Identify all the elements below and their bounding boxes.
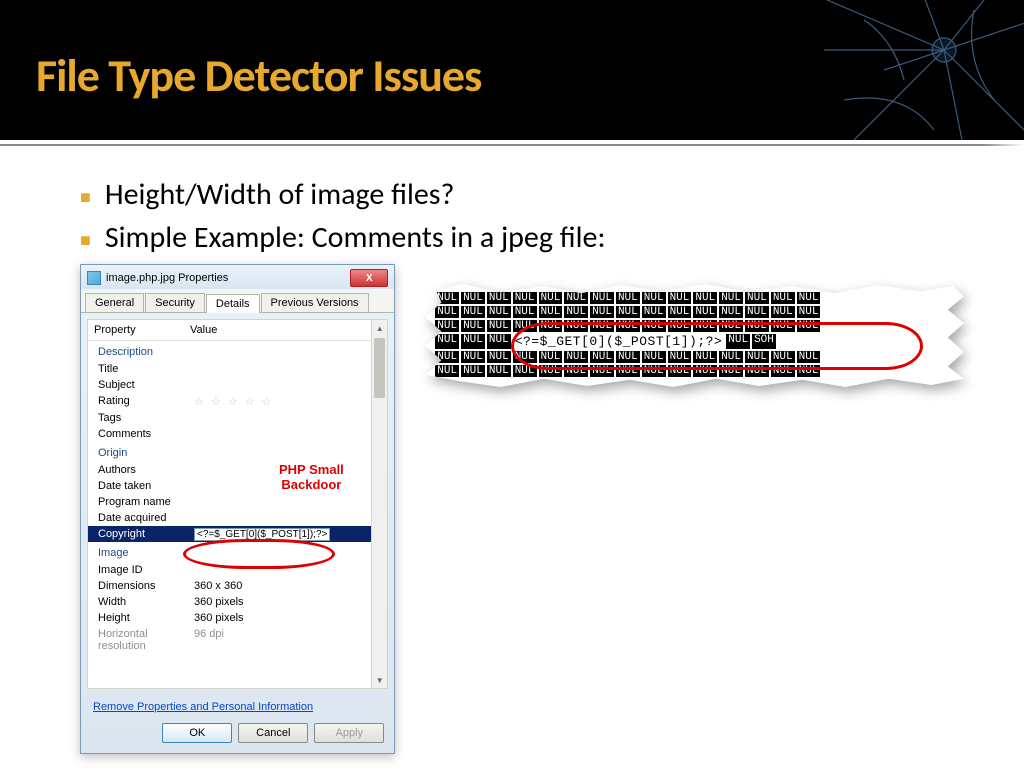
close-icon: X <box>366 273 373 284</box>
col-property: Property <box>94 324 190 336</box>
prop-row[interactable]: Dimensions360 x 360 <box>88 578 387 594</box>
apply-button[interactable]: Apply <box>314 723 384 743</box>
nul-token: NUL <box>461 351 485 363</box>
tab-general[interactable]: General <box>85 293 144 312</box>
col-value: Value <box>190 324 381 336</box>
nul-token: NUL <box>719 306 743 318</box>
cancel-button[interactable]: Cancel <box>238 723 308 743</box>
bullet-icon: ■ <box>80 229 91 251</box>
annotation-circle <box>183 539 335 569</box>
nul-token: NUL <box>513 306 537 318</box>
close-button[interactable]: X <box>350 269 388 287</box>
scroll-up-icon[interactable]: ▲ <box>372 320 387 336</box>
nul-token: NUL <box>487 320 511 332</box>
properties-dialog: image.php.jpg Properties X General Secur… <box>80 264 395 754</box>
nul-token: NUL <box>461 334 485 349</box>
nul-token: NUL <box>797 292 821 304</box>
prop-row[interactable]: Title <box>88 361 387 377</box>
annotation-php-backdoor: PHP Small Backdoor <box>279 463 344 493</box>
bullet-text: Height/Width of image files? <box>105 176 455 213</box>
section-description: Description <box>88 341 387 361</box>
prop-row[interactable]: Date acquired <box>88 510 387 526</box>
window-title: image.php.jpg Properties <box>106 272 228 284</box>
prop-row[interactable]: Width360 pixels <box>88 594 387 610</box>
remove-properties-link[interactable]: Remove Properties and Personal Informati… <box>81 695 394 717</box>
nul-token: NUL <box>642 306 666 318</box>
tab-strip: General Security Details Previous Versio… <box>81 289 394 313</box>
nul-token: NUL <box>435 334 459 349</box>
bullet-item: ■ Height/Width of image files? <box>80 176 964 213</box>
nul-token: NUL <box>461 365 485 377</box>
nul-token: NUL <box>642 292 666 304</box>
nul-token: NUL <box>564 306 588 318</box>
prop-row[interactable]: Tags <box>88 410 387 426</box>
nul-token: NUL <box>435 320 459 332</box>
nul-token: NUL <box>461 292 485 304</box>
scrollbar[interactable]: ▲ ▼ <box>371 320 387 688</box>
prop-row[interactable]: Subject <box>88 377 387 393</box>
ok-button[interactable]: OK <box>162 723 232 743</box>
prop-row[interactable]: Comments <box>88 426 387 442</box>
annotation-circle-hex <box>511 322 923 370</box>
nul-token: NUL <box>539 292 563 304</box>
nul-token: NUL <box>668 292 692 304</box>
nul-token: NUL <box>771 306 795 318</box>
tab-security[interactable]: Security <box>145 293 205 312</box>
nul-token: NUL <box>797 306 821 318</box>
prop-row[interactable]: Horizontal resolution96 dpi <box>88 626 387 654</box>
prop-row[interactable]: Rating☆ ☆ ☆ ☆ ☆ <box>88 393 387 410</box>
scroll-thumb[interactable] <box>374 338 385 398</box>
nul-token: NUL <box>435 351 459 363</box>
tab-details[interactable]: Details <box>206 294 260 313</box>
nul-token: NUL <box>771 292 795 304</box>
nul-token: NUL <box>668 306 692 318</box>
nul-token: NUL <box>590 306 614 318</box>
nul-token: NUL <box>487 292 511 304</box>
bullet-icon: ■ <box>80 186 91 208</box>
nul-token: NUL <box>616 306 640 318</box>
nul-token: NUL <box>487 334 511 349</box>
tab-previous-versions[interactable]: Previous Versions <box>261 293 369 312</box>
titlebar: image.php.jpg Properties X <box>81 265 394 289</box>
prop-row[interactable]: Height360 pixels <box>88 610 387 626</box>
nul-token: NUL <box>564 292 588 304</box>
nul-token: NUL <box>435 365 459 377</box>
nul-token: NUL <box>487 351 511 363</box>
column-headers: Property Value <box>88 320 387 341</box>
properties-list: Property Value Description Title Subject… <box>87 319 388 689</box>
nul-token: NUL <box>719 292 743 304</box>
bullet-item: ■ Simple Example: Comments in a jpeg fil… <box>80 219 964 256</box>
rating-stars[interactable]: ☆ ☆ ☆ ☆ ☆ <box>194 395 387 408</box>
nul-token: NUL <box>745 292 769 304</box>
bullet-text: Simple Example: Comments in a jpeg file: <box>105 219 606 256</box>
dialog-buttons: OK Cancel Apply <box>81 717 394 753</box>
slide-content: ■ Height/Width of image files? ■ Simple … <box>0 146 1024 754</box>
nul-token: NUL <box>487 306 511 318</box>
nul-token: NUL <box>539 306 563 318</box>
hex-line: NULNULNULNULNULNULNULNULNULNULNULNULNULN… <box>435 292 954 304</box>
scroll-down-icon[interactable]: ▼ <box>372 672 387 688</box>
hex-line: NULNULNULNULNULNULNULNULNULNULNULNULNULN… <box>435 306 954 318</box>
nul-token: NUL <box>435 306 459 318</box>
nul-token: NUL <box>693 306 717 318</box>
file-icon <box>87 271 101 285</box>
nul-token: NUL <box>693 292 717 304</box>
nul-token: NUL <box>513 292 537 304</box>
nul-token: NUL <box>461 320 485 332</box>
prop-row[interactable]: Program name <box>88 494 387 510</box>
hex-dump-figure: NULNULNULNULNULNULNULNULNULNULNULNULNULN… <box>425 284 964 387</box>
crack-graphic <box>764 0 1024 140</box>
nul-token: NUL <box>435 292 459 304</box>
nul-token: NUL <box>616 292 640 304</box>
nul-token: NUL <box>590 292 614 304</box>
nul-token: NUL <box>745 306 769 318</box>
nul-token: NUL <box>461 306 485 318</box>
nul-token: NUL <box>487 365 511 377</box>
slide-header: File Type Detector Issues <box>0 0 1024 140</box>
section-origin: Origin <box>88 442 387 462</box>
